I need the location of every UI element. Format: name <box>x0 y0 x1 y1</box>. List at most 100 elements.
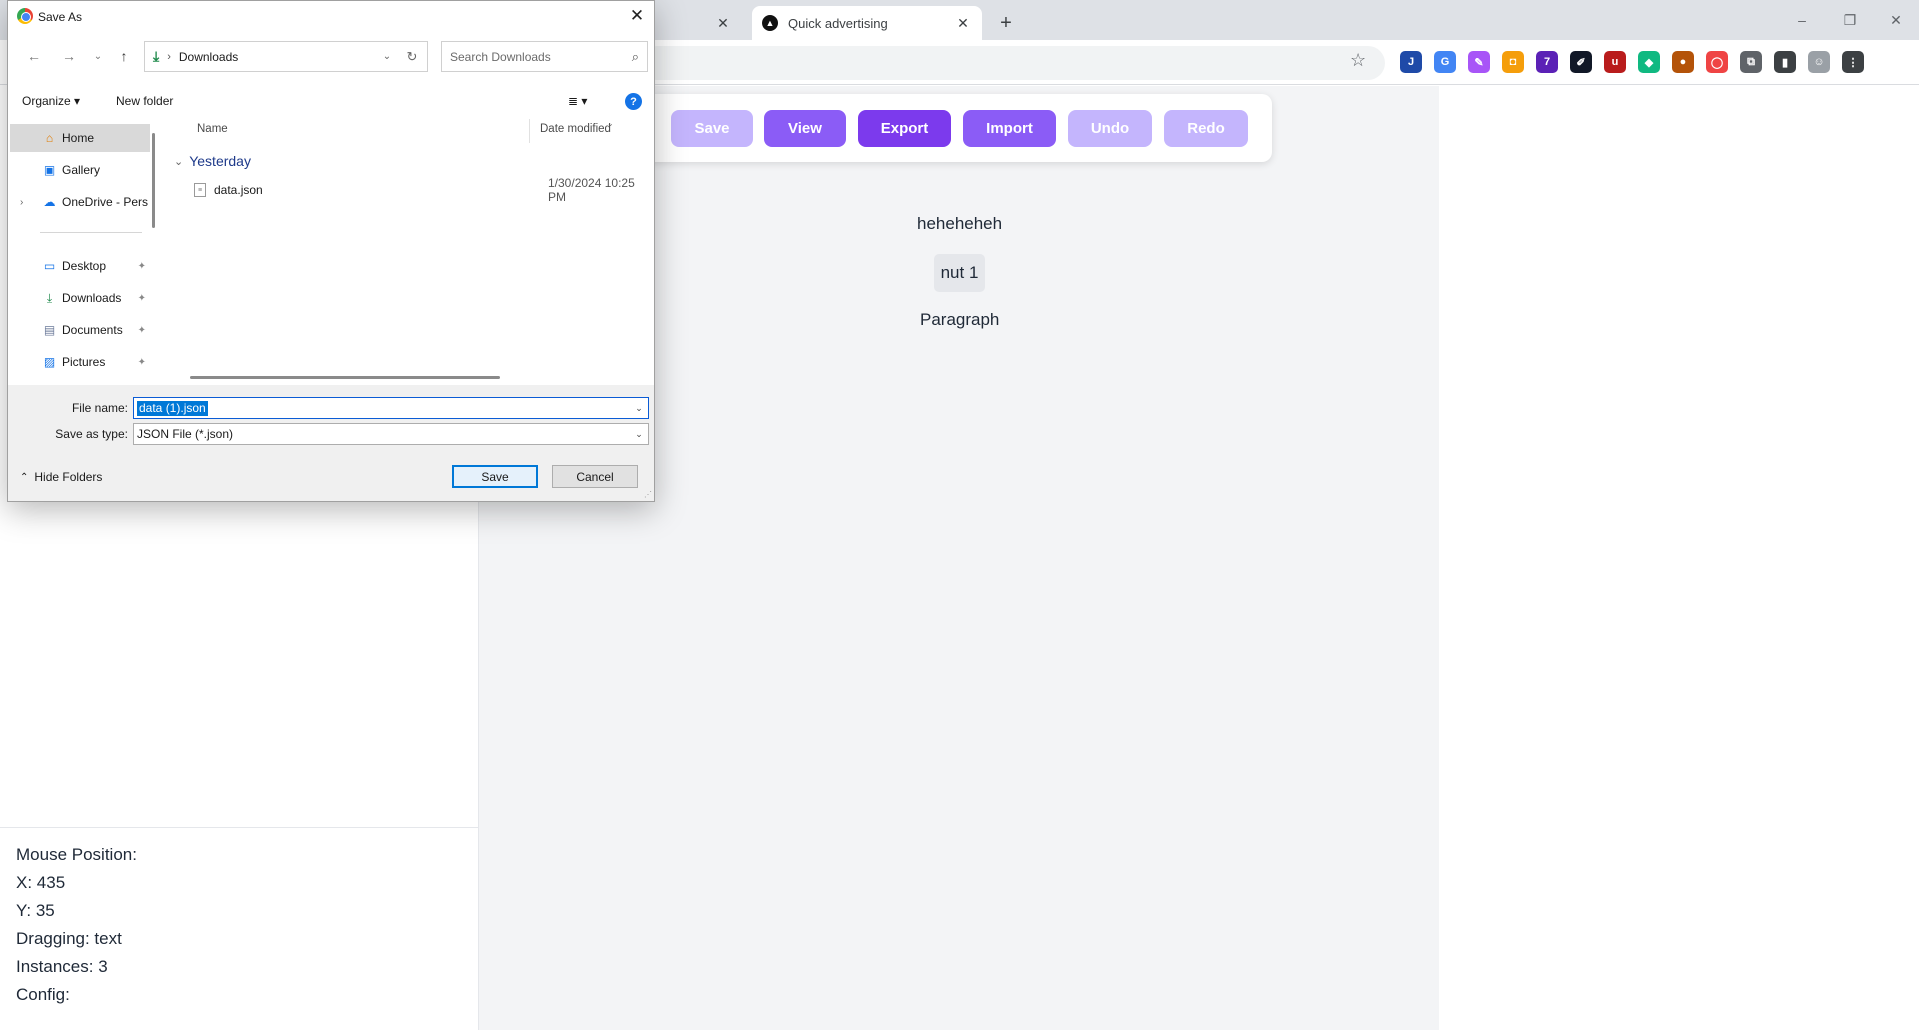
browser-tab-active[interactable]: ▲ Quick advertising ✕ <box>752 6 982 40</box>
export-button[interactable]: Export <box>858 110 951 147</box>
column-separator[interactable] <box>529 119 530 143</box>
bookmark-star-icon[interactable]: ☆ <box>1350 50 1366 71</box>
restore-icon[interactable]: ❐ <box>1838 8 1862 32</box>
sidebar-icon[interactable]: ▮ <box>1774 51 1796 73</box>
address-bar[interactable] <box>640 46 1385 80</box>
horizontal-scrollbar[interactable] <box>190 376 500 379</box>
expand-chevron-icon[interactable]: › <box>20 197 23 208</box>
search-box[interactable]: ⌕ <box>441 41 648 72</box>
canvas-paragraph-element[interactable]: Paragraph <box>920 310 999 330</box>
puzzle-icon[interactable]: ⧉ <box>1740 51 1762 73</box>
minimize-icon[interactable]: – <box>1790 8 1814 32</box>
dialog-save-button[interactable]: Save <box>452 465 538 488</box>
breadcrumb-location[interactable]: Downloads <box>179 50 377 64</box>
json-file-icon: ≡ <box>194 183 206 197</box>
breadcrumb-separator-icon: › <box>167 50 171 63</box>
translate-icon[interactable]: G <box>1434 51 1456 73</box>
search-input[interactable] <box>450 49 632 64</box>
view-button[interactable]: View <box>764 110 846 147</box>
pen-icon[interactable]: ✎ <box>1468 51 1490 73</box>
close-icon[interactable]: ✕ <box>954 14 972 32</box>
nav-item-desktop[interactable]: ▭ Desktop ✦ <box>10 252 150 280</box>
nav-item-downloads[interactable]: ⤓ Downloads ✦ <box>10 284 150 312</box>
extension-j-icon[interactable]: J <box>1400 51 1422 73</box>
canvas-button-element[interactable]: nut 1 <box>934 254 985 292</box>
folder-address-bar[interactable]: ⤓ › Downloads ⌄ ↻ <box>144 41 428 72</box>
pin-icon: ✦ <box>137 292 146 304</box>
redo-button[interactable]: Redo <box>1164 110 1248 147</box>
collapse-chevron-icon: ⌄ <box>174 155 184 168</box>
nav-item-pictures[interactable]: ▨ Pictures ✦ <box>10 348 150 376</box>
extension-red-icon[interactable]: ◯ <box>1706 51 1728 73</box>
nav-item-documents[interactable]: ▤ Documents ✦ <box>10 316 150 344</box>
file-name-combobox[interactable]: data (1).json ⌄ <box>133 397 649 419</box>
undo-button[interactable]: Undo <box>1068 110 1152 147</box>
mouse-y-value: Y: 35 <box>16 901 55 920</box>
group-header-yesterday[interactable]: ⌄ Yesterday <box>174 153 251 169</box>
close-icon[interactable]: ✕ <box>626 5 648 27</box>
search-icon: ⌕ <box>631 48 639 64</box>
ublock-icon[interactable]: u <box>1604 51 1626 73</box>
group-label: Yesterday <box>189 153 251 169</box>
save-button[interactable]: Save <box>671 110 753 147</box>
nav-item-home[interactable]: ⌂ Home <box>10 124 150 152</box>
dialog-cancel-button[interactable]: Cancel <box>552 465 638 488</box>
up-arrow-icon[interactable]: ↑ <box>114 46 134 66</box>
nav-scrollbar[interactable] <box>152 133 155 228</box>
refresh-icon[interactable]: ↻ <box>397 49 427 65</box>
home-icon: ⌂ <box>45 131 54 145</box>
recent-locations-chevron-icon[interactable]: ⌄ <box>88 46 108 66</box>
browser-tab-inactive[interactable]: ✕ <box>660 6 740 40</box>
documents-icon: ▤ <box>43 323 56 337</box>
downloads-folder-icon: ⤓ <box>153 48 160 64</box>
site-favicon-icon: ▲ <box>762 15 778 31</box>
close-icon[interactable]: ✕ <box>714 14 732 32</box>
right-blank-area <box>1439 86 1919 1030</box>
forward-arrow-icon[interactable]: → <box>59 46 79 66</box>
gallery-icon: ▣ <box>43 163 56 177</box>
import-button[interactable]: Import <box>963 110 1056 147</box>
column-header-name[interactable]: Name <box>197 123 228 135</box>
extension-orange-icon[interactable]: ◘ <box>1502 51 1524 73</box>
help-icon[interactable]: ? <box>625 93 642 110</box>
resize-grip-icon[interactable]: ⋰ <box>644 490 652 499</box>
mouse-position-label: Mouse Position: <box>16 845 137 864</box>
new-folder-button[interactable]: New folder <box>116 94 173 108</box>
nav-item-label: Downloads <box>62 291 122 305</box>
column-header-date-modified[interactable]: Date modified <box>540 123 611 135</box>
dialog-fields: File name: data (1).json ⌄ Save as type:… <box>8 385 654 451</box>
save-as-type-label: Save as type: <box>55 427 128 441</box>
eyedropper-icon[interactable]: ✐ <box>1570 51 1592 73</box>
file-name-input[interactable]: data (1).json <box>137 401 208 416</box>
hide-folders-label: Hide Folders <box>34 470 103 484</box>
new-tab-button[interactable]: + <box>992 9 1020 37</box>
chevron-down-icon[interactable]: ⌄ <box>377 51 397 62</box>
chevron-up-icon: ⌃ <box>20 471 29 483</box>
nav-item-onedrive[interactable]: › ☁ OneDrive - Personal <box>10 188 150 216</box>
back-arrow-icon[interactable]: ← <box>24 46 44 66</box>
nav-item-label: Home <box>62 131 95 145</box>
cookie-icon[interactable]: ● <box>1672 51 1694 73</box>
extension-icons: J G ✎ ◘ 7 ✐ u ◆ ● ◯ ⧉ ▮ ☺ ⋮ <box>1400 51 1864 73</box>
save-as-type-select[interactable]: JSON File (*.json) ⌄ <box>133 423 649 445</box>
nav-item-label: Gallery <box>62 163 101 177</box>
profile-icon[interactable]: ☺ <box>1808 51 1830 73</box>
extension-teal-icon[interactable]: ◆ <box>1638 51 1660 73</box>
dialog-titlebar[interactable]: Save As ✕ <box>8 1 654 31</box>
download-icon: ⤓ <box>46 290 53 305</box>
organize-menu[interactable]: Organize ▾ <box>22 94 80 108</box>
mouse-x-value: X: 435 <box>16 873 66 892</box>
file-row[interactable]: ≡ data.json 1/30/2024 10:25 PM <box>166 176 654 204</box>
close-window-icon[interactable]: ✕ <box>1884 8 1908 32</box>
view-options-icon[interactable]: ≣ ▾ <box>568 94 587 108</box>
nav-item-gallery[interactable]: ▣ Gallery <box>10 156 150 184</box>
extension-badge-icon[interactable]: 7 <box>1536 51 1558 73</box>
chevron-down-icon[interactable]: ⌄ <box>630 429 648 440</box>
navigation-pane: ⌂ Home ▣ Gallery › ☁ OneDrive - Personal… <box>8 119 158 381</box>
menu-icon[interactable]: ⋮ <box>1842 51 1864 73</box>
canvas-heading-element[interactable]: heheheheh <box>917 214 1002 234</box>
tab-title: Quick advertising <box>788 15 888 31</box>
chevron-down-icon[interactable]: ⌄ <box>630 403 648 414</box>
hide-folders-button[interactable]: ⌃ Hide Folders <box>20 470 102 484</box>
pin-icon: ✦ <box>137 356 146 368</box>
